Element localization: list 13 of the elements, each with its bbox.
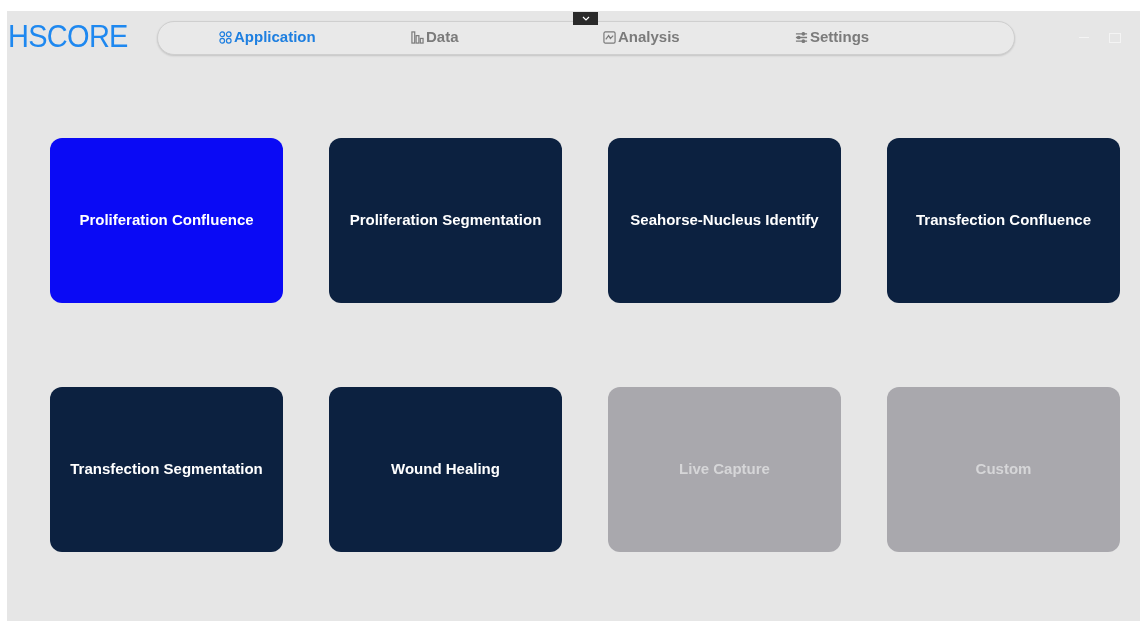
app-logo: HSCORE xyxy=(8,22,129,53)
chevron-down-icon xyxy=(581,15,590,22)
app-card[interactable]: Transfection Segmentation xyxy=(50,387,283,552)
app-card[interactable]: Proliferation Segmentation xyxy=(329,138,562,303)
grid-icon xyxy=(219,31,232,44)
line-chart-icon xyxy=(603,31,616,44)
bar-chart-icon xyxy=(411,31,424,44)
app-card[interactable]: Seahorse-Nucleus Identify xyxy=(608,138,841,303)
app-card[interactable]: Transfection Confluence xyxy=(887,138,1120,303)
sliders-icon xyxy=(795,31,808,44)
app-card[interactable]: Proliferation Confluence xyxy=(50,138,283,303)
app-card[interactable]: Wound Healing xyxy=(329,387,562,552)
expand-button[interactable] xyxy=(573,12,598,25)
